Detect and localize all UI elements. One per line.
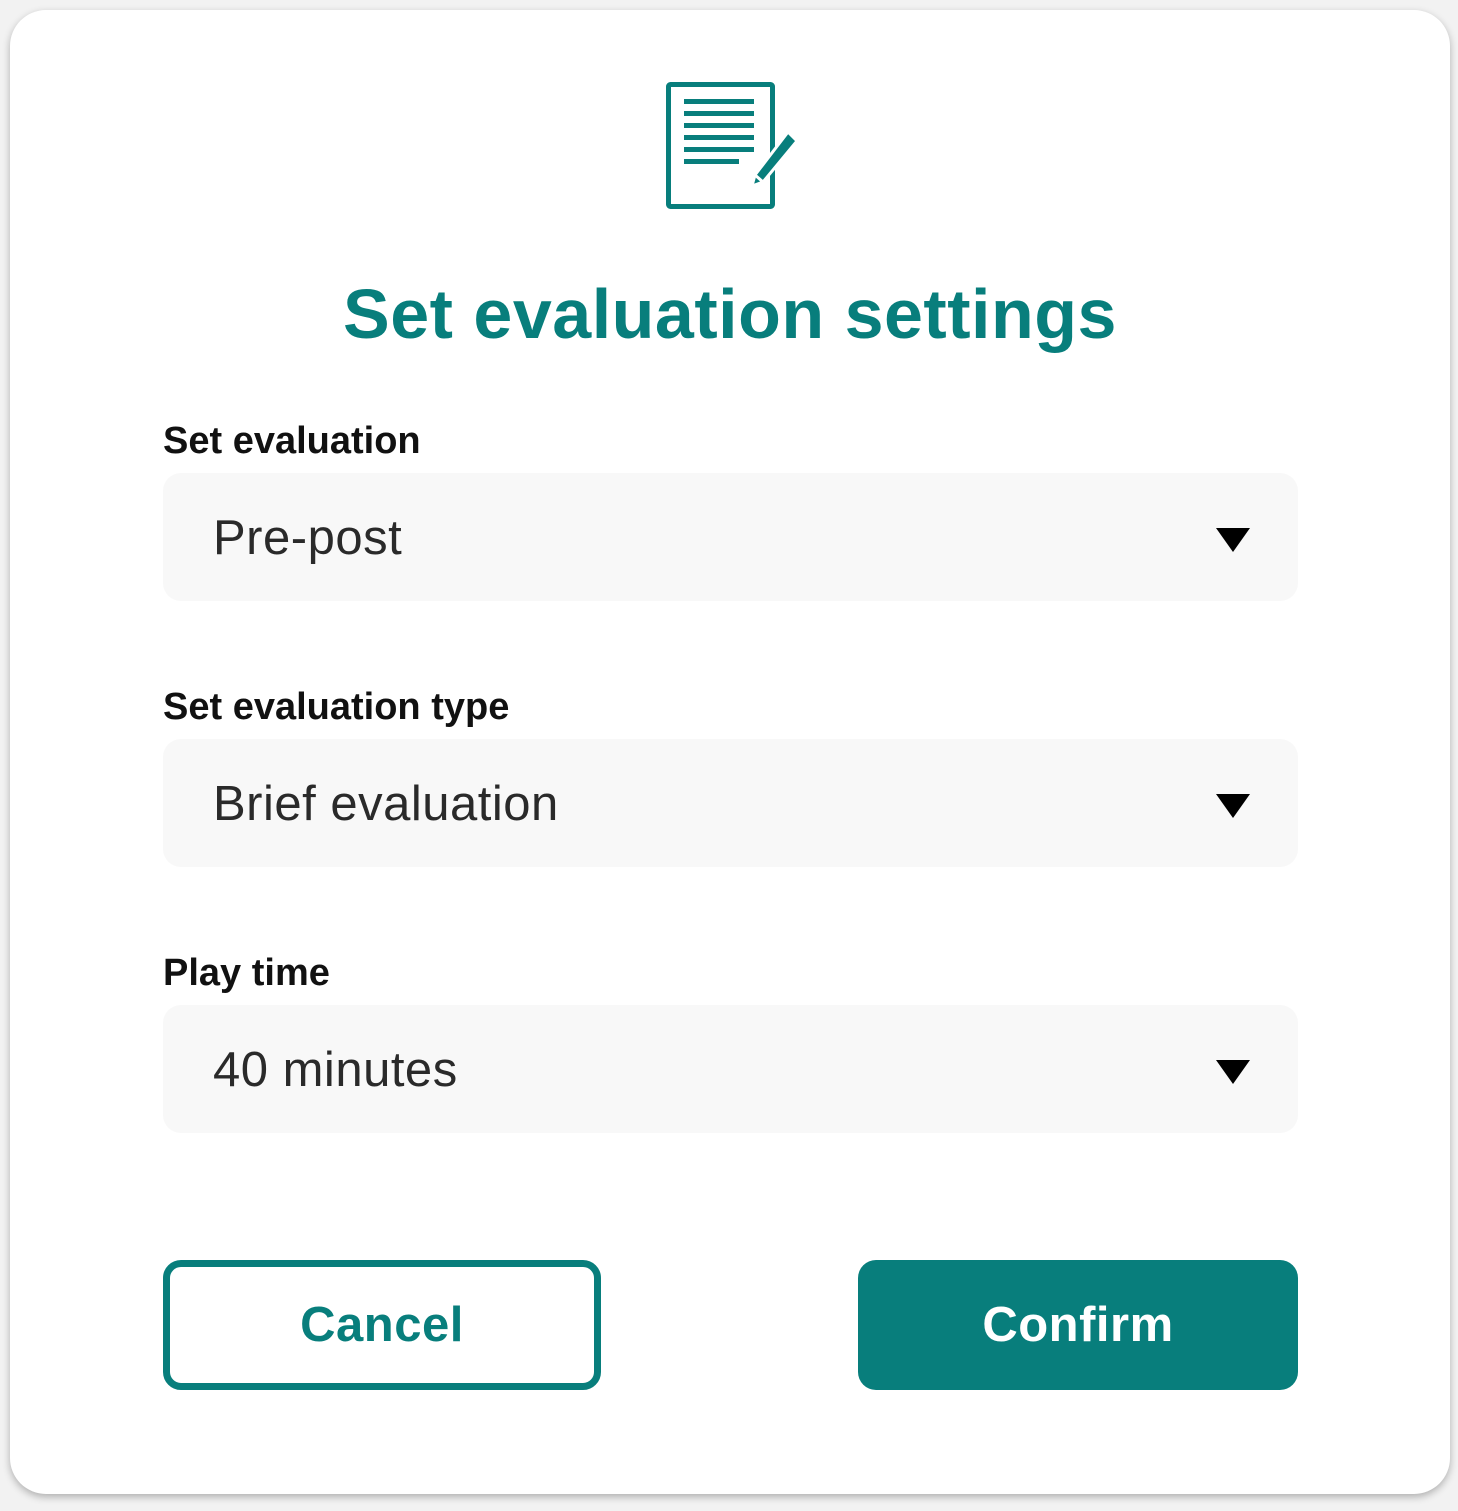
play-time-label: Play time <box>163 952 330 994</box>
dialog-title: Set evaluation settings <box>343 275 1117 353</box>
set-evaluation-type-label: Set evaluation type <box>163 686 510 728</box>
page-backdrop: Set evaluation settings Set evaluation P… <box>0 0 1458 1511</box>
set-evaluation-select[interactable]: Pre-post <box>163 473 1298 601</box>
caret-down-icon <box>1216 794 1250 818</box>
caret-down-icon <box>1216 1060 1250 1084</box>
cancel-button[interactable]: Cancel <box>163 1260 601 1390</box>
set-evaluation-label: Set evaluation <box>163 420 421 462</box>
set-evaluation-value: Pre-post <box>213 511 403 565</box>
evaluation-settings-dialog: Set evaluation settings Set evaluation P… <box>10 10 1450 1494</box>
set-evaluation-type-select[interactable]: Brief evaluation <box>163 739 1298 867</box>
caret-down-icon <box>1216 528 1250 552</box>
document-edit-icon <box>666 82 800 209</box>
confirm-button[interactable]: Confirm <box>858 1260 1298 1390</box>
set-evaluation-type-value: Brief evaluation <box>213 777 559 831</box>
play-time-select[interactable]: 40 minutes <box>163 1005 1298 1133</box>
play-time-value: 40 minutes <box>213 1043 458 1097</box>
